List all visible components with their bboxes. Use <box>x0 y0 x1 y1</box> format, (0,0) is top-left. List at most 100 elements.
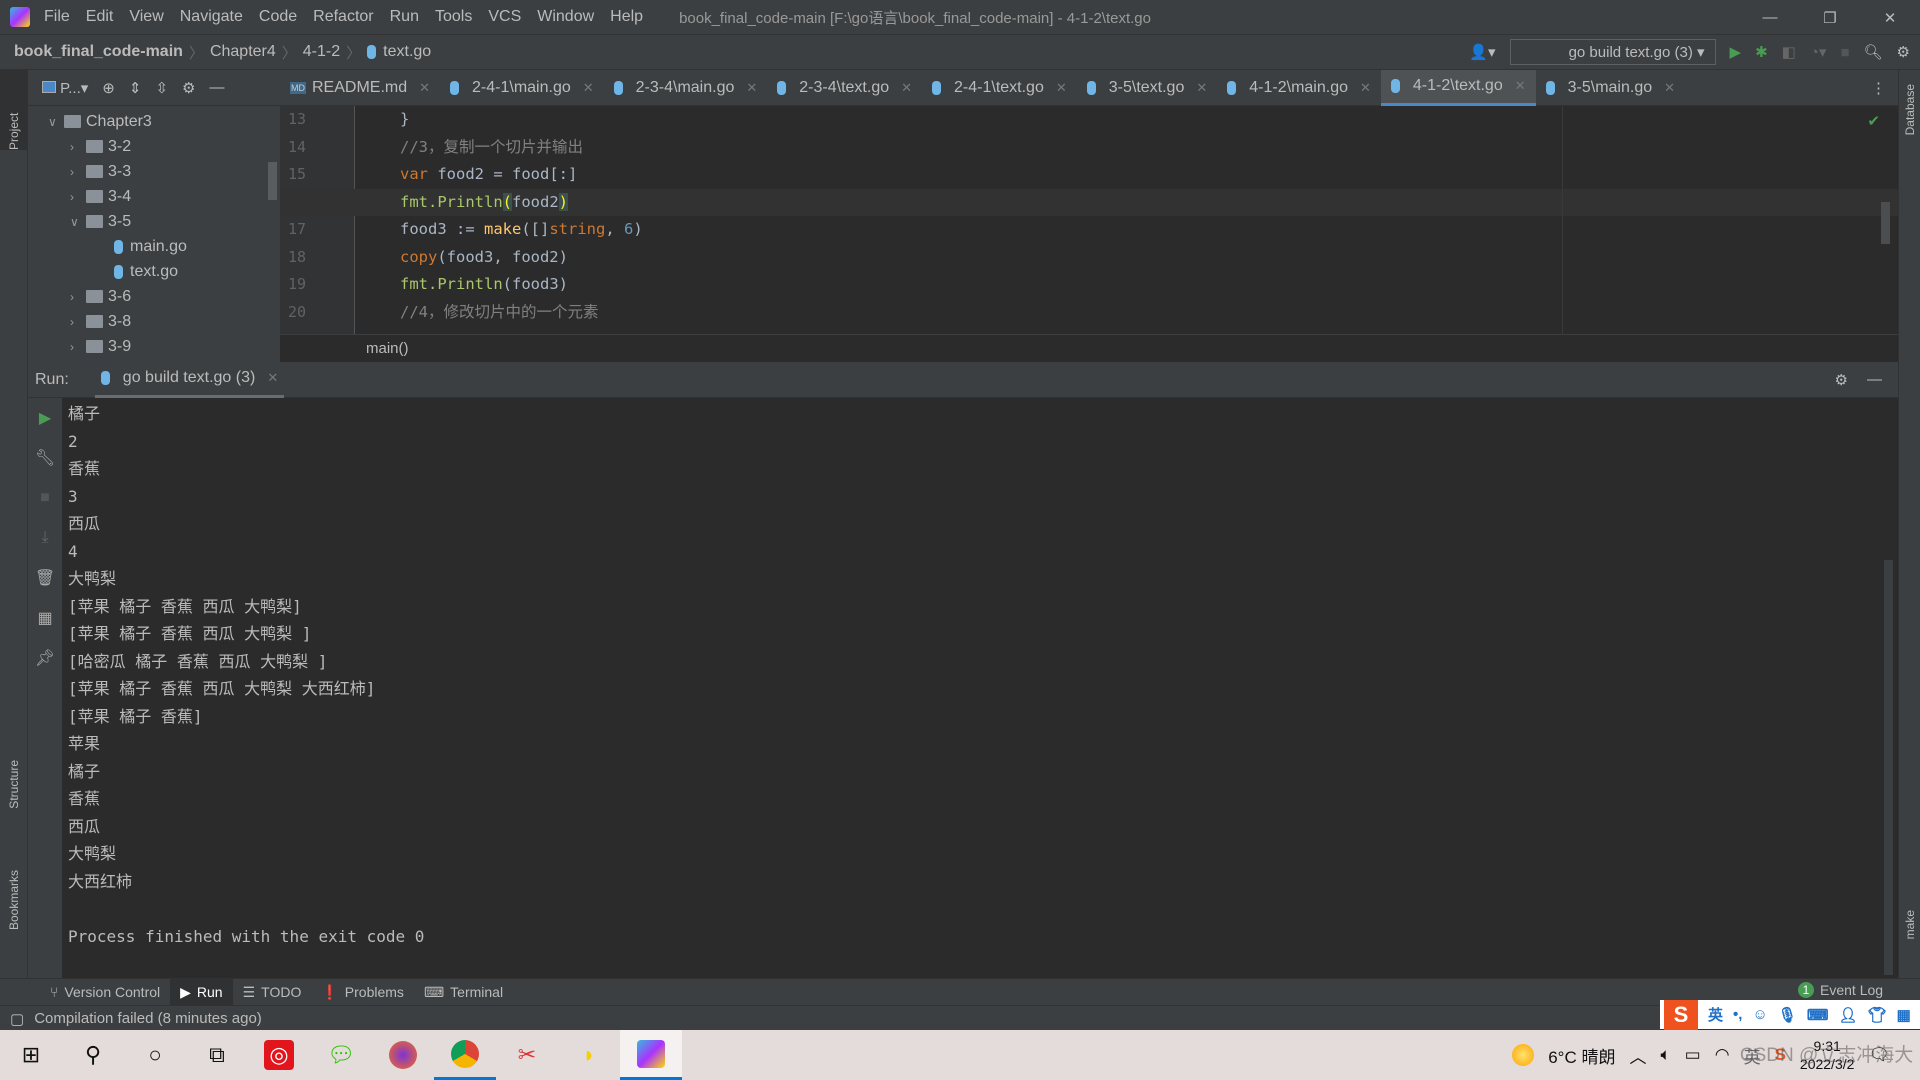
mic-icon[interactable]: 🎙︎ <box>1778 1006 1797 1024</box>
close-tab-icon[interactable]: ✕ <box>1515 78 1526 94</box>
sogou-logo-icon[interactable]: S <box>1664 999 1698 1030</box>
menu-navigate[interactable]: Navigate <box>180 8 243 26</box>
snipping-tool-icon[interactable]: ✂ <box>496 1030 558 1080</box>
punctuation-icon[interactable]: •, <box>1733 1006 1742 1023</box>
close-tab-icon[interactable]: ✕ <box>419 80 430 96</box>
code-line[interactable]: //3，复制一个切片并输出 <box>280 134 1898 162</box>
locate-icon[interactable]: ⊕ <box>102 79 115 97</box>
breadcrumb-project[interactable]: book_final_code-main <box>14 43 183 61</box>
console-scrollbar[interactable] <box>1884 560 1893 975</box>
close-tab-icon[interactable]: ✕ <box>267 370 278 386</box>
close-tab-icon[interactable]: ✕ <box>1664 80 1675 96</box>
search-icon[interactable]: 🔍︎ <box>1864 43 1883 61</box>
task-view-icon[interactable]: ⧉ <box>186 1030 248 1080</box>
tree-item[interactable]: › 3-2 <box>28 134 280 159</box>
menu-code[interactable]: Code <box>259 8 297 26</box>
chevron-right-icon[interactable]: › <box>70 290 86 304</box>
tool-tab-todo[interactable]: ☰ TODO <box>233 979 312 1006</box>
chevron-right-icon[interactable]: › <box>70 165 86 179</box>
tree-item[interactable]: › 3-3 <box>28 159 280 184</box>
menu-vcs[interactable]: VCS <box>488 8 521 26</box>
editor-tab[interactable]: 3-5\text.go ✕ <box>1077 70 1218 106</box>
user-icon[interactable]: 👤︎ <box>1838 1006 1857 1024</box>
code-line[interactable]: fmt.Println(food2) <box>280 188 1898 216</box>
tree-item[interactable]: › 3-9 <box>28 334 280 359</box>
goland-icon[interactable] <box>620 1030 682 1080</box>
tree-scrollbar[interactable] <box>268 162 277 200</box>
breadcrumb-folder[interactable]: 4-1-2 <box>303 43 340 61</box>
debug-icon[interactable]: ✱ <box>1755 43 1768 61</box>
console-output[interactable]: 橘子 2 香蕉 3 西瓜 4 大鸭梨 [苹果 橘子 香蕉 西瓜 大鸭梨] [苹果 橘子 香蕉 西… <box>62 398 1882 978</box>
chevron-right-icon[interactable]: › <box>70 190 86 204</box>
project-tool-button[interactable]: Project <box>0 70 27 150</box>
coverage-icon[interactable]: ◧ <box>1782 43 1796 61</box>
menu-refactor[interactable]: Refactor <box>313 8 373 26</box>
ime-lang-toggle[interactable]: 英 <box>1708 1004 1723 1025</box>
database-tool-button[interactable]: Database <box>1899 70 1920 135</box>
chevron-right-icon[interactable]: › <box>70 140 86 154</box>
event-log-button[interactable]: 1 Event Log <box>1798 982 1883 998</box>
close-button[interactable]: ✕ <box>1860 9 1920 27</box>
run-config-select[interactable]: go build text.go (3) ▾ <box>1509 39 1716 65</box>
code-line[interactable]: var food2 = food[:] <box>280 161 1898 189</box>
editor-scrollbar[interactable] <box>1881 202 1890 244</box>
code-line[interactable]: fmt.Println(food3) <box>280 271 1898 299</box>
hide-panel-icon[interactable]: — <box>1867 371 1882 388</box>
chevron-right-icon[interactable]: › <box>70 340 86 354</box>
structure-tool-button[interactable]: Structure <box>0 760 28 809</box>
code-editor[interactable]: 1314151617181920 }//3，复制一个切片并输出var food2… <box>280 106 1898 334</box>
menu-run[interactable]: Run <box>390 8 419 26</box>
pin-icon[interactable]: 📌︎ <box>28 638 62 678</box>
search-icon[interactable]: ⚲ <box>62 1030 124 1080</box>
volume-icon[interactable]: 🔈︎ <box>1660 1045 1670 1065</box>
user-icon[interactable]: 👤▾ <box>1469 43 1495 61</box>
menu-window[interactable]: Window <box>537 8 594 26</box>
battery-icon[interactable]: ▭ <box>1685 1045 1701 1065</box>
apps-icon[interactable]: ▦ <box>1897 1006 1911 1024</box>
editor-tab[interactable]: 4-1-2\main.go ✕ <box>1217 70 1381 106</box>
start-icon[interactable]: ⊞ <box>0 1030 62 1080</box>
rerun-icon[interactable]: ▶ <box>28 398 62 438</box>
settings-icon[interactable]: ⚙ <box>182 79 195 97</box>
keyboard-icon[interactable]: ⌨ <box>1807 1006 1829 1024</box>
code-line[interactable]: copy(food3, food2) <box>280 244 1898 272</box>
skin-icon[interactable]: 👕︎ <box>1868 1006 1887 1024</box>
project-view-select[interactable]: P...▾ <box>42 79 88 97</box>
menu-tools[interactable]: Tools <box>435 8 472 26</box>
profile-icon[interactable]: ◔▾ <box>1810 43 1827 61</box>
trash-icon[interactable]: 🗑︎ <box>28 558 62 598</box>
editor-tab[interactable]: 2-3-4\text.go ✕ <box>767 70 922 106</box>
menu-edit[interactable]: Edit <box>86 8 114 26</box>
code-line[interactable]: food3 := make([]string, 6) <box>280 216 1898 244</box>
editor-tab[interactable]: 3-5\main.go ✕ <box>1536 70 1685 106</box>
editor-tab[interactable]: 4-1-2\text.go ✕ <box>1380 69 1536 106</box>
chevron-down-icon[interactable]: ∨ <box>70 215 86 229</box>
menu-file[interactable]: File <box>44 8 70 26</box>
menu-help[interactable]: Help <box>610 8 643 26</box>
tool-tab-run[interactable]: ▶ Run <box>170 978 233 1006</box>
wifi-icon[interactable]: ◠ <box>1715 1045 1730 1065</box>
close-tab-icon[interactable]: ✕ <box>1360 80 1371 96</box>
tree-item[interactable]: › 3-6 <box>28 284 280 309</box>
wrench-icon[interactable]: 🔧︎ <box>28 438 62 478</box>
chevron-down-icon[interactable]: ∨ <box>48 115 64 129</box>
weather-icon[interactable] <box>1512 1044 1535 1066</box>
settings-icon[interactable]: ⚙ <box>1835 371 1848 389</box>
chrome-icon[interactable] <box>434 1030 496 1080</box>
stop-icon[interactable]: ■ <box>28 478 62 518</box>
hide-icon[interactable]: — <box>209 79 224 96</box>
close-tab-icon[interactable]: ✕ <box>1196 80 1207 96</box>
cortana-icon[interactable]: ○ <box>124 1030 186 1080</box>
tool-tab-terminal[interactable]: ⌨ Terminal <box>414 979 513 1006</box>
code-line[interactable]: } <box>280 106 1898 134</box>
more-tabs-icon[interactable]: ⋮ <box>1871 79 1886 97</box>
make-tool-button[interactable]: make <box>1899 910 1920 939</box>
function-breadcrumb[interactable]: main() <box>366 340 409 357</box>
status-message[interactable]: Compilation failed (8 minutes ago) <box>34 1010 262 1027</box>
close-tab-icon[interactable]: ✕ <box>583 80 594 96</box>
close-tab-icon[interactable]: ✕ <box>746 80 757 96</box>
close-tab-icon[interactable]: ✕ <box>1056 80 1067 96</box>
tree-item[interactable]: ∨ Chapter3 <box>28 109 280 134</box>
wechat-icon[interactable]: 💬︎ <box>310 1030 372 1080</box>
scroll-to-end-icon[interactable]: ⤓ <box>28 518 62 558</box>
